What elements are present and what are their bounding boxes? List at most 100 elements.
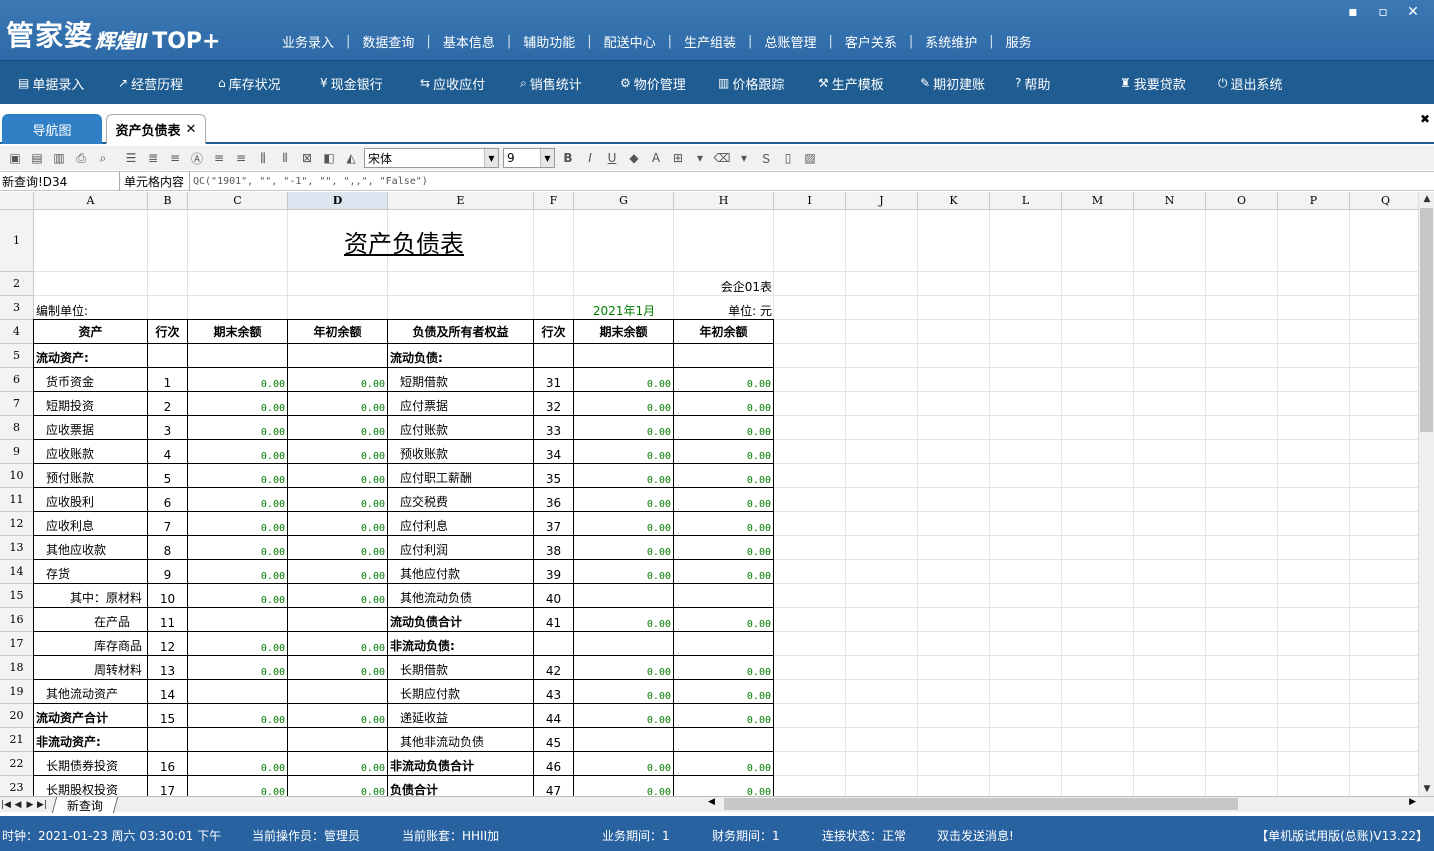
table-cell[interactable]: 0.00 xyxy=(574,560,674,584)
send-message-link[interactable]: 双击发送消息! xyxy=(937,827,1014,844)
column-header[interactable]: Q xyxy=(1350,192,1418,210)
table-cell[interactable]: 应收票据 xyxy=(34,416,148,440)
top-menu-item[interactable]: 服务 xyxy=(994,32,1044,51)
table-cell[interactable]: 0.00 xyxy=(674,392,774,416)
table-header[interactable]: 负债及所有者权益 xyxy=(388,320,534,344)
table-cell[interactable]: 0.00 xyxy=(574,512,674,536)
table-cell[interactable]: 长期债券投资 xyxy=(34,752,148,776)
font-name-select[interactable]: 宋体 ▼ xyxy=(364,148,499,168)
table-cell[interactable]: 42 xyxy=(534,656,574,680)
row-header[interactable]: 18 xyxy=(0,656,34,680)
table-header[interactable]: 行次 xyxy=(534,320,574,344)
toolbar-search-button[interactable]: ⌕ 销售统计 xyxy=(510,61,592,105)
table-cell[interactable]: 15 xyxy=(148,704,188,728)
table-cell[interactable]: 0.00 xyxy=(674,536,774,560)
maximize-icon[interactable]: ▫ xyxy=(1368,3,1398,21)
toolbar-edit-button[interactable]: ✎ 期初建账 xyxy=(910,61,995,105)
table-cell[interactable]: 0.00 xyxy=(674,752,774,776)
table-cell[interactable]: 0.00 xyxy=(574,536,674,560)
toolbar-help-button[interactable]: ? 帮助 xyxy=(1005,61,1060,105)
column-header[interactable]: P xyxy=(1278,192,1350,210)
table-cell[interactable]: 0.00 xyxy=(674,560,774,584)
row-header[interactable]: 14 xyxy=(0,560,34,584)
table-cell[interactable]: 递延收益 xyxy=(388,704,534,728)
table-cell[interactable]: 货币资金 xyxy=(34,368,148,392)
table-cell[interactable]: 0.00 xyxy=(574,416,674,440)
table-cell[interactable]: 0.00 xyxy=(188,416,288,440)
scroll-down-icon[interactable]: ▼ xyxy=(1419,782,1434,796)
table-cell[interactable] xyxy=(288,344,388,368)
table-cell[interactable] xyxy=(574,344,674,368)
table-cell[interactable]: 库存商品 xyxy=(34,632,148,656)
report-period[interactable]: 2021年1月 xyxy=(574,296,674,320)
row-header[interactable]: 23 xyxy=(0,776,34,796)
table-cell[interactable]: 应收利息 xyxy=(34,512,148,536)
table-cell[interactable]: 0.00 xyxy=(288,584,388,608)
table-cell[interactable]: 31 xyxy=(534,368,574,392)
table-cell[interactable] xyxy=(188,680,288,704)
table-cell[interactable]: 44 xyxy=(534,704,574,728)
table-cell[interactable]: 0.00 xyxy=(674,776,774,796)
table-header[interactable]: 期末余额 xyxy=(188,320,288,344)
table-cell[interactable]: 0.00 xyxy=(288,440,388,464)
table-cell[interactable]: 流动资产: xyxy=(34,344,148,368)
table-cell[interactable]: 周转材料 xyxy=(34,656,148,680)
table-cell[interactable]: 0.00 xyxy=(188,752,288,776)
toolbar-chart-button[interactable]: ↗ 经营历程 xyxy=(108,61,193,105)
table-cell[interactable]: 长期应付款 xyxy=(388,680,534,704)
table-cell[interactable]: 0.00 xyxy=(674,680,774,704)
chevron-down-icon[interactable]: ▾ xyxy=(689,148,711,168)
table-cell[interactable]: 0.00 xyxy=(188,776,288,796)
table-cell[interactable]: 41 xyxy=(534,608,574,632)
clear-icon[interactable]: ⊠ xyxy=(296,148,318,168)
table-header[interactable]: 年初余额 xyxy=(674,320,774,344)
format-painter-icon[interactable]: ◧ xyxy=(318,148,340,168)
table-cell[interactable]: 0.00 xyxy=(288,368,388,392)
table-cell[interactable] xyxy=(674,728,774,752)
tab-balance-sheet[interactable]: 资产负债表 ✕ xyxy=(106,114,206,144)
select-all-corner[interactable] xyxy=(0,192,34,210)
table-cell[interactable]: 5 xyxy=(148,464,188,488)
scroll-right-icon[interactable]: ▶ xyxy=(1409,797,1416,807)
table-cell[interactable]: 应付利润 xyxy=(388,536,534,560)
column-header[interactable]: O xyxy=(1206,192,1278,210)
export-icon[interactable]: ▥ xyxy=(48,148,70,168)
column-header[interactable]: G xyxy=(574,192,674,210)
table-header[interactable]: 行次 xyxy=(148,320,188,344)
table-cell[interactable]: 在产品 xyxy=(34,608,148,632)
table-cell[interactable]: 43 xyxy=(534,680,574,704)
currency-unit[interactable]: 单位: 元 xyxy=(674,296,774,320)
toolbar-bag-button[interactable]: ♜ 我要贷款 xyxy=(1110,61,1196,105)
row-header[interactable]: 15 xyxy=(0,584,34,608)
table-cell[interactable]: 17 xyxy=(148,776,188,796)
table-cell[interactable]: 0.00 xyxy=(674,488,774,512)
table-cell[interactable]: 6 xyxy=(148,488,188,512)
table-cell[interactable]: 33 xyxy=(534,416,574,440)
align-center-icon[interactable]: ≡ xyxy=(208,148,230,168)
table-cell[interactable] xyxy=(574,584,674,608)
table-cell[interactable]: 0.00 xyxy=(288,632,388,656)
table-cell[interactable] xyxy=(188,728,288,752)
tab-navigation[interactable]: 导航图 xyxy=(2,114,102,144)
table-cell[interactable]: 0.00 xyxy=(288,392,388,416)
row-header[interactable]: 22 xyxy=(0,752,34,776)
scroll-left-icon[interactable]: ◀ xyxy=(708,797,715,807)
table-cell[interactable]: 应交税费 xyxy=(388,488,534,512)
table-cell[interactable] xyxy=(674,584,774,608)
row-header[interactable]: 17 xyxy=(0,632,34,656)
table-cell[interactable]: 非流动负债: xyxy=(388,632,534,656)
table-cell[interactable] xyxy=(574,632,674,656)
close-all-tabs-icon[interactable]: ✖ xyxy=(1420,112,1430,126)
table-cell[interactable]: 0.00 xyxy=(574,368,674,392)
row-header[interactable]: 5 xyxy=(0,344,34,368)
table-cell[interactable]: 0.00 xyxy=(288,464,388,488)
minimize-icon[interactable]: ▪ xyxy=(1338,3,1368,21)
table-cell[interactable]: 短期借款 xyxy=(388,368,534,392)
table-cell[interactable] xyxy=(534,344,574,368)
table-cell[interactable] xyxy=(188,608,288,632)
table-cell[interactable]: 0.00 xyxy=(674,368,774,392)
table-cell[interactable]: 4 xyxy=(148,440,188,464)
toolbar-gear-button[interactable]: ⚙ 物价管理 xyxy=(610,61,696,105)
table-cell[interactable]: 45 xyxy=(534,728,574,752)
compiling-unit-label[interactable]: 编制单位: xyxy=(34,296,148,320)
